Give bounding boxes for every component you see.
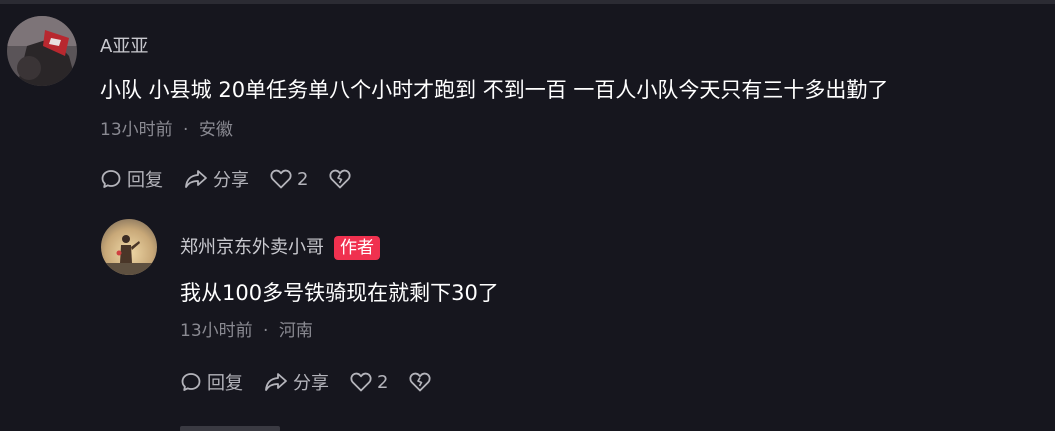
comment-location: 安徽 [198, 120, 233, 140]
broken-heart-icon [328, 168, 352, 190]
top-divider [0, 0, 1055, 4]
broken-heart-icon [408, 371, 432, 393]
author-badge: 作者 [334, 236, 380, 260]
reply-username[interactable]: 郑州京东外卖小哥 [180, 237, 324, 258]
like-count: 2 [377, 371, 389, 393]
comment-username[interactable]: A亚亚 [100, 32, 148, 58]
share-label: 分享 [213, 170, 249, 191]
share-button[interactable]: 分享 [183, 166, 249, 192]
like-button[interactable]: 2 [269, 168, 308, 190]
reply-icon [180, 371, 202, 393]
comment-text: 小队 小县城 20单任务单八个小时才跑到 不到一百 一百人小队今天只有三十多出勤… [100, 78, 889, 102]
comment-section: A亚亚 小队 小县城 20单任务单八个小时才跑到 不到一百 一百人小队今天只有三… [0, 0, 1055, 431]
clipped-text [180, 426, 280, 431]
comment-time: 13小时前 [100, 120, 173, 140]
share-button[interactable]: 分享 [263, 369, 329, 395]
expand-replies-link[interactable] [180, 421, 280, 431]
like-count: 2 [297, 168, 309, 190]
comment-meta: 13小时前 · 安徽 [100, 115, 233, 140]
reply-time: 13小时前 [180, 321, 253, 341]
like-button[interactable]: 2 [349, 371, 388, 393]
comment-actions: 回复 分享 2 [100, 166, 352, 192]
reply-button[interactable]: 回复 [100, 166, 163, 192]
reply-text: 我从100多号铁骑现在就剩下30了 [180, 281, 499, 305]
avatar[interactable] [101, 219, 157, 275]
dislike-button[interactable] [328, 168, 352, 190]
reply-actions: 回复 分享 2 [180, 369, 432, 395]
dislike-button[interactable] [408, 371, 432, 393]
reply-icon [100, 168, 122, 190]
share-icon [183, 168, 209, 190]
reply-username-row: 郑州京东外卖小哥 作者 [180, 233, 380, 260]
avatar[interactable] [7, 16, 77, 86]
meta-separator: · [183, 120, 189, 140]
reply-location: 河南 [278, 321, 313, 341]
share-label: 分享 [293, 373, 329, 394]
meta-separator: · [263, 321, 269, 341]
reply-button[interactable]: 回复 [180, 369, 243, 395]
reply-label: 回复 [127, 170, 163, 191]
heart-icon [269, 168, 293, 190]
share-icon [263, 371, 289, 393]
reply-meta: 13小时前 · 河南 [180, 316, 313, 341]
heart-icon [349, 371, 373, 393]
reply-label: 回复 [207, 373, 243, 394]
